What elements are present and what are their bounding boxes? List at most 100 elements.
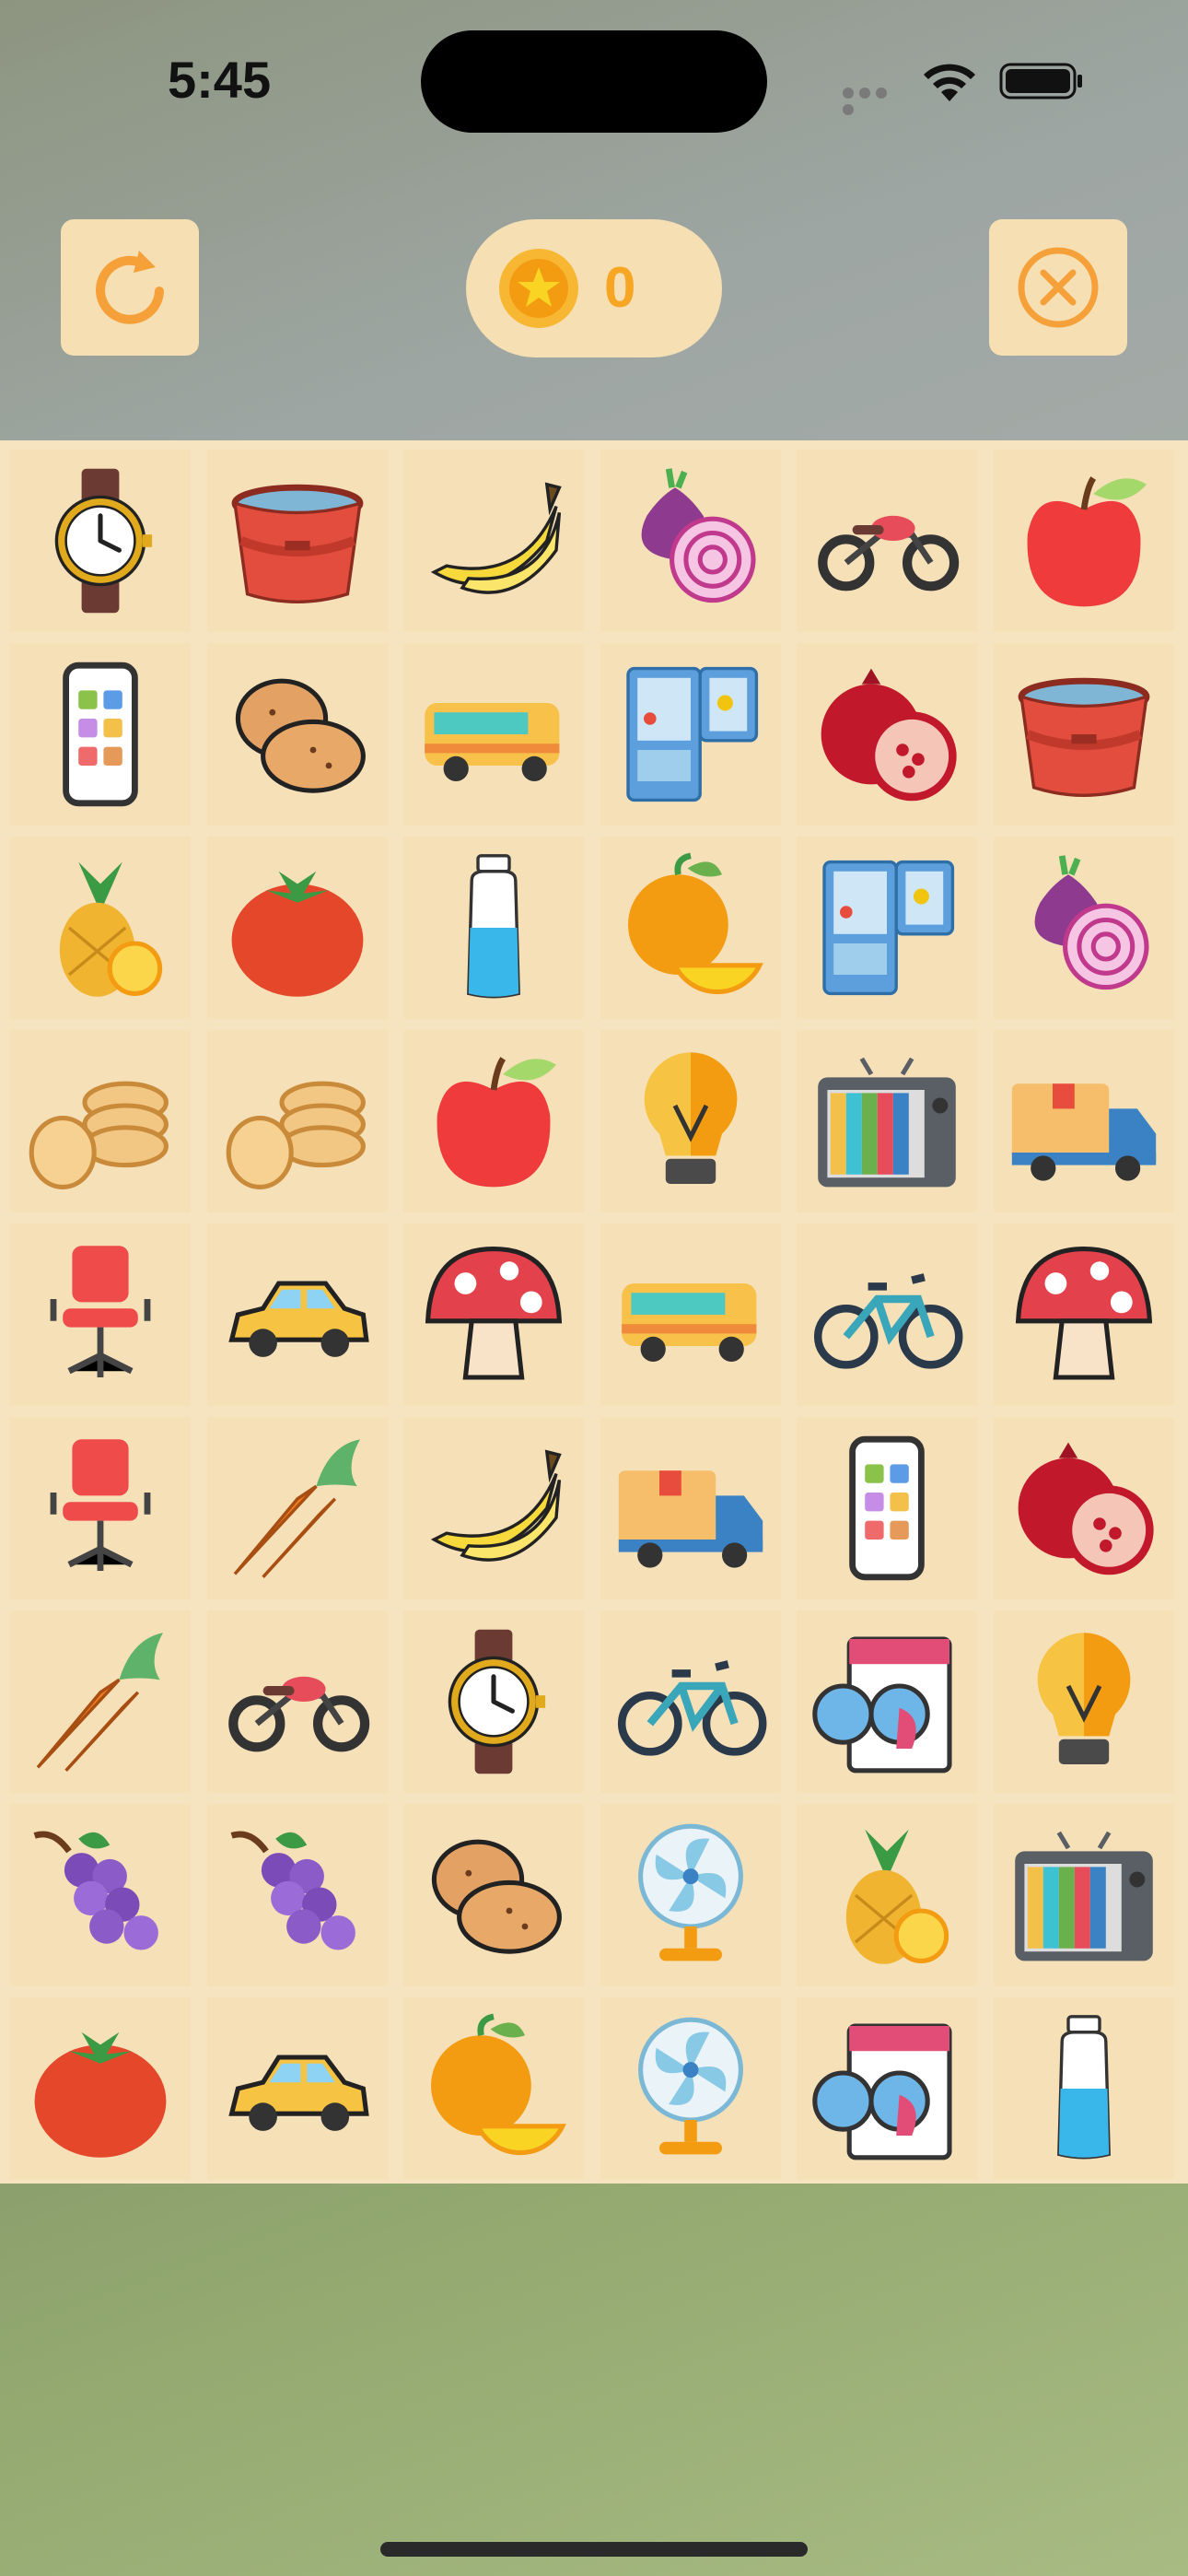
coin-count: 0 xyxy=(604,256,636,320)
tile-watch[interactable] xyxy=(10,450,191,632)
dynamic-island xyxy=(421,30,767,133)
tile-carrot[interactable] xyxy=(206,1417,388,1599)
watch-icon xyxy=(415,1623,572,1780)
tile-fridge[interactable] xyxy=(797,837,977,1019)
tile-water-bottle[interactable] xyxy=(403,837,584,1019)
tile-water-bottle[interactable] xyxy=(993,1997,1174,2180)
tile-watch[interactable] xyxy=(403,1610,584,1793)
banana-icon xyxy=(415,1430,572,1587)
tile-delivery-truck[interactable] xyxy=(600,1417,781,1599)
tile-banana[interactable] xyxy=(403,1417,584,1599)
tile-pomegranate[interactable] xyxy=(797,643,977,825)
tomato-icon xyxy=(22,2010,179,2167)
tile-apple[interactable] xyxy=(993,450,1174,632)
bucket-icon xyxy=(1006,656,1162,813)
washing-machine-icon xyxy=(809,1623,965,1780)
banana-icon xyxy=(415,463,572,619)
tile-phone[interactable] xyxy=(10,643,191,825)
tile-board xyxy=(0,440,1188,2184)
motorcycle-icon xyxy=(809,463,965,619)
tile-onion[interactable] xyxy=(600,450,781,632)
tile-orange[interactable] xyxy=(403,1997,584,2180)
bucket-icon xyxy=(219,463,376,619)
car-icon xyxy=(219,2010,376,2167)
office-chair-icon xyxy=(22,1430,179,1587)
tile-apple[interactable] xyxy=(403,1030,584,1212)
tile-pineapple[interactable] xyxy=(797,1804,977,1986)
tile-onion[interactable] xyxy=(993,837,1174,1019)
onion-icon xyxy=(612,463,769,619)
tile-potato[interactable] xyxy=(403,1804,584,1986)
tile-grapes[interactable] xyxy=(206,1804,388,1986)
fan-icon xyxy=(612,2010,769,2167)
mushroom-icon xyxy=(415,1236,572,1393)
tile-bus[interactable] xyxy=(403,643,584,825)
tile-tomato[interactable] xyxy=(206,837,388,1019)
tile-mushroom[interactable] xyxy=(403,1224,584,1406)
tile-car[interactable] xyxy=(206,1224,388,1406)
tile-crackers[interactable] xyxy=(206,1030,388,1212)
tile-bucket[interactable] xyxy=(993,643,1174,825)
restart-button[interactable] xyxy=(61,219,199,356)
television-icon xyxy=(809,1043,965,1200)
grapes-icon xyxy=(219,1817,376,1973)
carrot-icon xyxy=(22,1623,179,1780)
tile-bucket[interactable] xyxy=(206,450,388,632)
tile-grapes[interactable] xyxy=(10,1804,191,1986)
close-button[interactable] xyxy=(989,219,1127,356)
tile-crackers[interactable] xyxy=(10,1030,191,1212)
tile-fan[interactable] xyxy=(600,1804,781,1986)
tile-washing-machine[interactable] xyxy=(797,1610,977,1793)
tile-television[interactable] xyxy=(797,1030,977,1212)
tile-car[interactable] xyxy=(206,1997,388,2180)
watch-icon xyxy=(22,463,179,619)
tile-bicycle[interactable] xyxy=(600,1610,781,1793)
tile-banana[interactable] xyxy=(403,450,584,632)
tile-fridge[interactable] xyxy=(600,643,781,825)
office-chair-icon xyxy=(22,1236,179,1393)
apple-icon xyxy=(415,1043,572,1200)
tile-potato[interactable] xyxy=(206,643,388,825)
mushroom-icon xyxy=(1006,1236,1162,1393)
tile-pomegranate[interactable] xyxy=(993,1417,1174,1599)
pineapple-icon xyxy=(22,849,179,1006)
tile-delivery-truck[interactable] xyxy=(993,1030,1174,1212)
tile-bus[interactable] xyxy=(600,1224,781,1406)
bus-icon xyxy=(612,1236,769,1393)
tile-orange[interactable] xyxy=(600,837,781,1019)
tile-tomato[interactable] xyxy=(10,1997,191,2180)
bicycle-icon xyxy=(809,1236,965,1393)
delivery-truck-icon xyxy=(1006,1043,1162,1200)
washing-machine-icon xyxy=(809,2010,965,2167)
potato-icon xyxy=(415,1817,572,1973)
tile-office-chair[interactable] xyxy=(10,1417,191,1599)
tile-fan[interactable] xyxy=(600,1997,781,2180)
cellular-signal-icon xyxy=(843,87,903,115)
battery-icon xyxy=(999,63,1082,100)
restart-icon xyxy=(96,251,164,324)
water-bottle-icon xyxy=(415,849,572,1006)
tile-light-bulb[interactable] xyxy=(993,1610,1174,1793)
orange-icon xyxy=(415,2010,572,2167)
car-icon xyxy=(219,1236,376,1393)
tile-bicycle[interactable] xyxy=(797,1224,977,1406)
tile-carrot[interactable] xyxy=(10,1610,191,1793)
tile-television[interactable] xyxy=(993,1804,1174,1986)
tomato-icon xyxy=(219,849,376,1006)
tile-phone[interactable] xyxy=(797,1417,977,1599)
wifi-icon xyxy=(924,64,975,101)
crackers-icon xyxy=(219,1043,376,1200)
tile-washing-machine[interactable] xyxy=(797,1997,977,2180)
onion-icon xyxy=(1006,849,1162,1006)
water-bottle-icon xyxy=(1006,2010,1162,2167)
tile-motorcycle[interactable] xyxy=(797,450,977,632)
tile-mushroom[interactable] xyxy=(993,1224,1174,1406)
tile-light-bulb[interactable] xyxy=(600,1030,781,1212)
tile-office-chair[interactable] xyxy=(10,1224,191,1406)
phone-icon xyxy=(809,1430,965,1587)
bus-icon xyxy=(415,656,572,813)
tile-motorcycle[interactable] xyxy=(206,1610,388,1793)
television-icon xyxy=(1006,1817,1162,1973)
tile-pineapple[interactable] xyxy=(10,837,191,1019)
pomegranate-icon xyxy=(809,656,965,813)
